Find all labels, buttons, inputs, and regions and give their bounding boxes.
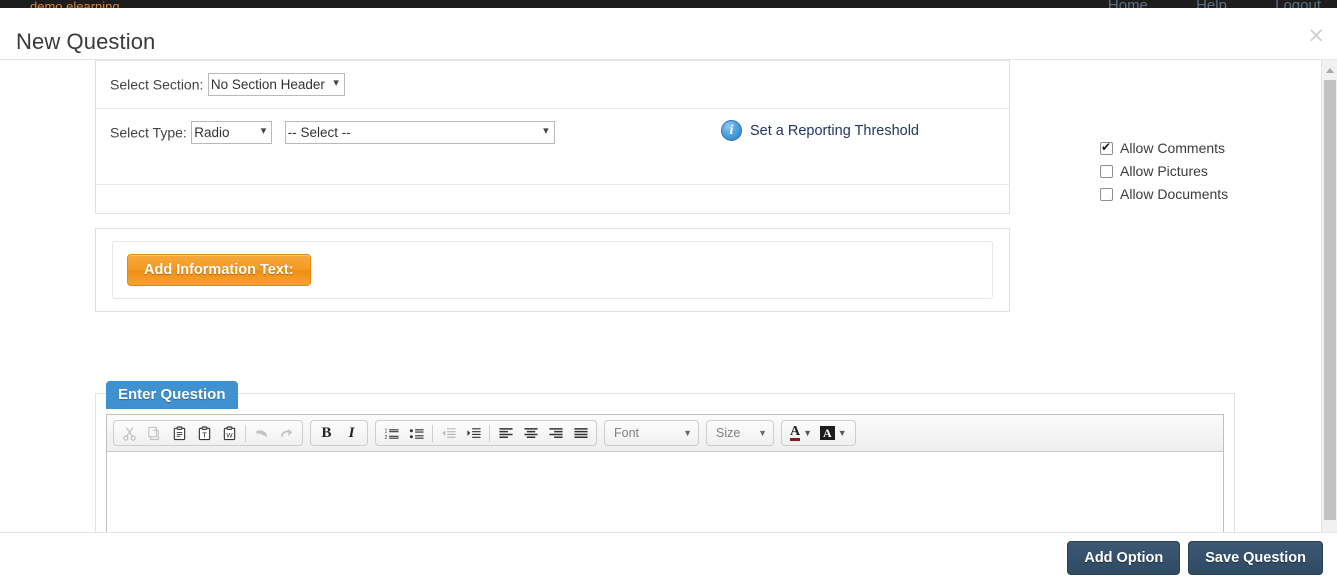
size-dropdown-label: Size (716, 426, 741, 440)
svg-text:1: 1 (384, 428, 387, 434)
redo-icon[interactable] (274, 423, 299, 444)
question-editor-panel: Enter Question T W B I 1 2 Font ▼ Size ▼… (95, 381, 1235, 532)
bold-icon[interactable]: B (314, 423, 339, 444)
section-row: Select Section: No Section Header (96, 61, 1009, 109)
bulleted-list-icon[interactable] (404, 423, 429, 444)
toolbar-separator (245, 424, 246, 442)
svg-text:W: W (226, 432, 233, 439)
align-left-icon[interactable] (493, 423, 518, 444)
font-dropdown[interactable]: Font ▼ (604, 420, 699, 446)
increase-indent-icon[interactable] (461, 423, 486, 444)
chevron-down-icon: ▼ (758, 428, 767, 438)
select-subtype-wrap: -- Select -- (284, 121, 555, 144)
select-type-wrap: Radio (191, 121, 273, 144)
italic-glyph: I (348, 424, 355, 441)
scrollbar-thumb[interactable] (1324, 80, 1336, 520)
colors-group: A ▼ A ▼ (781, 420, 856, 446)
save-question-button[interactable]: Save Question (1188, 541, 1323, 575)
question-settings-panel: Select Section: No Section Header Select… (95, 60, 1010, 214)
modal-body: Select Section: No Section Header Select… (0, 60, 1337, 532)
rich-text-editor: T W B I 1 2 Font ▼ Size ▼ A ▼ A ▼ (106, 414, 1224, 532)
text-color-glyph: A (790, 424, 801, 441)
basic-styles-group: B I (310, 420, 368, 446)
italic-icon[interactable]: I (339, 423, 364, 444)
size-dropdown[interactable]: Size ▼ (706, 420, 774, 446)
enter-question-tab: Enter Question (106, 381, 238, 409)
select-section-label: Select Section: (110, 76, 204, 93)
decrease-indent-icon[interactable] (436, 423, 461, 444)
font-dropdown-label: Font (614, 426, 640, 440)
cut-icon[interactable] (117, 423, 142, 444)
allow-options-group: Allow Comments Allow Pictures Allow Docu… (1100, 140, 1228, 202)
modal-header: New Question × (0, 8, 1337, 60)
new-question-modal: New Question × Select Section: No Sectio… (0, 8, 1337, 582)
toolbar-separator (489, 424, 490, 442)
type-row: Select Type: Radio -- Select -- i Set a (96, 109, 1009, 185)
allow-pictures-row[interactable]: Allow Pictures (1100, 163, 1228, 179)
info-icon: i (721, 120, 742, 141)
paragraph-group: 12 (375, 420, 597, 446)
page-title: New Question (16, 29, 156, 54)
form-column: Select Section: No Section Header Select… (95, 60, 1010, 312)
undo-icon[interactable] (249, 423, 274, 444)
information-text-inner: Add Information Text: (112, 241, 993, 299)
text-color-icon[interactable]: A ▼ (786, 423, 816, 444)
allow-comments-row[interactable]: Allow Comments (1100, 140, 1228, 156)
allow-pictures-checkbox[interactable] (1100, 164, 1113, 178)
editor-toolbar: T W B I 1 2 Font ▼ Size ▼ A ▼ A ▼ (107, 415, 1223, 452)
select-section-wrap: No Section Header (207, 73, 345, 96)
modal-footer: Add Option Save Question (0, 532, 1337, 582)
paste-text-icon[interactable]: T (192, 423, 217, 444)
information-text-panel: Add Information Text: (95, 228, 1010, 312)
add-information-text-button[interactable]: Add Information Text: (127, 254, 311, 286)
allow-documents-checkbox[interactable] (1100, 187, 1113, 201)
bold-glyph: B (321, 424, 332, 441)
paste-word-icon[interactable]: W (217, 423, 242, 444)
select-subtype-dropdown[interactable]: -- Select -- (284, 121, 555, 144)
align-center-icon[interactable] (518, 423, 543, 444)
copy-icon[interactable] (142, 423, 167, 444)
editor-content-area[interactable] (107, 452, 1223, 532)
align-right-icon[interactable] (543, 423, 568, 444)
clipboard-group: T W (113, 420, 303, 446)
set-reporting-threshold-label: Set a Reporting Threshold (750, 122, 920, 139)
numbered-list-icon[interactable]: 12 (379, 423, 404, 444)
background-color-glyph: A (820, 426, 835, 440)
background-color-icon[interactable]: A ▼ (816, 423, 851, 444)
justify-icon[interactable] (568, 423, 593, 444)
add-option-button[interactable]: Add Option (1067, 541, 1181, 575)
select-type-label: Select Type: (110, 124, 187, 141)
scrollbar-up-arrow-icon[interactable] (1323, 62, 1337, 78)
toolbar-separator (432, 424, 433, 442)
allow-documents-row[interactable]: Allow Documents (1100, 186, 1228, 202)
chevron-down-icon: ▼ (683, 428, 692, 438)
allow-pictures-label: Allow Pictures (1120, 163, 1208, 179)
spacer-row (96, 185, 1009, 213)
svg-text:T: T (202, 430, 207, 439)
select-section-dropdown[interactable]: No Section Header (207, 73, 345, 96)
allow-comments-label: Allow Comments (1120, 140, 1226, 156)
paste-icon[interactable] (167, 423, 192, 444)
chevron-down-icon: ▼ (803, 428, 813, 438)
allow-comments-checkbox[interactable] (1100, 140, 1113, 155)
chevron-down-icon: ▼ (837, 428, 847, 438)
allow-documents-label: Allow Documents (1120, 186, 1229, 202)
select-type-dropdown[interactable]: Radio (191, 121, 273, 144)
close-icon[interactable]: × (1307, 25, 1325, 46)
vertical-scrollbar[interactable] (1321, 60, 1337, 532)
svg-text:2: 2 (384, 435, 387, 441)
set-reporting-threshold-link[interactable]: i Set a Reporting Threshold (721, 120, 919, 141)
footer-actions: Add Option Save Question (1067, 541, 1323, 575)
